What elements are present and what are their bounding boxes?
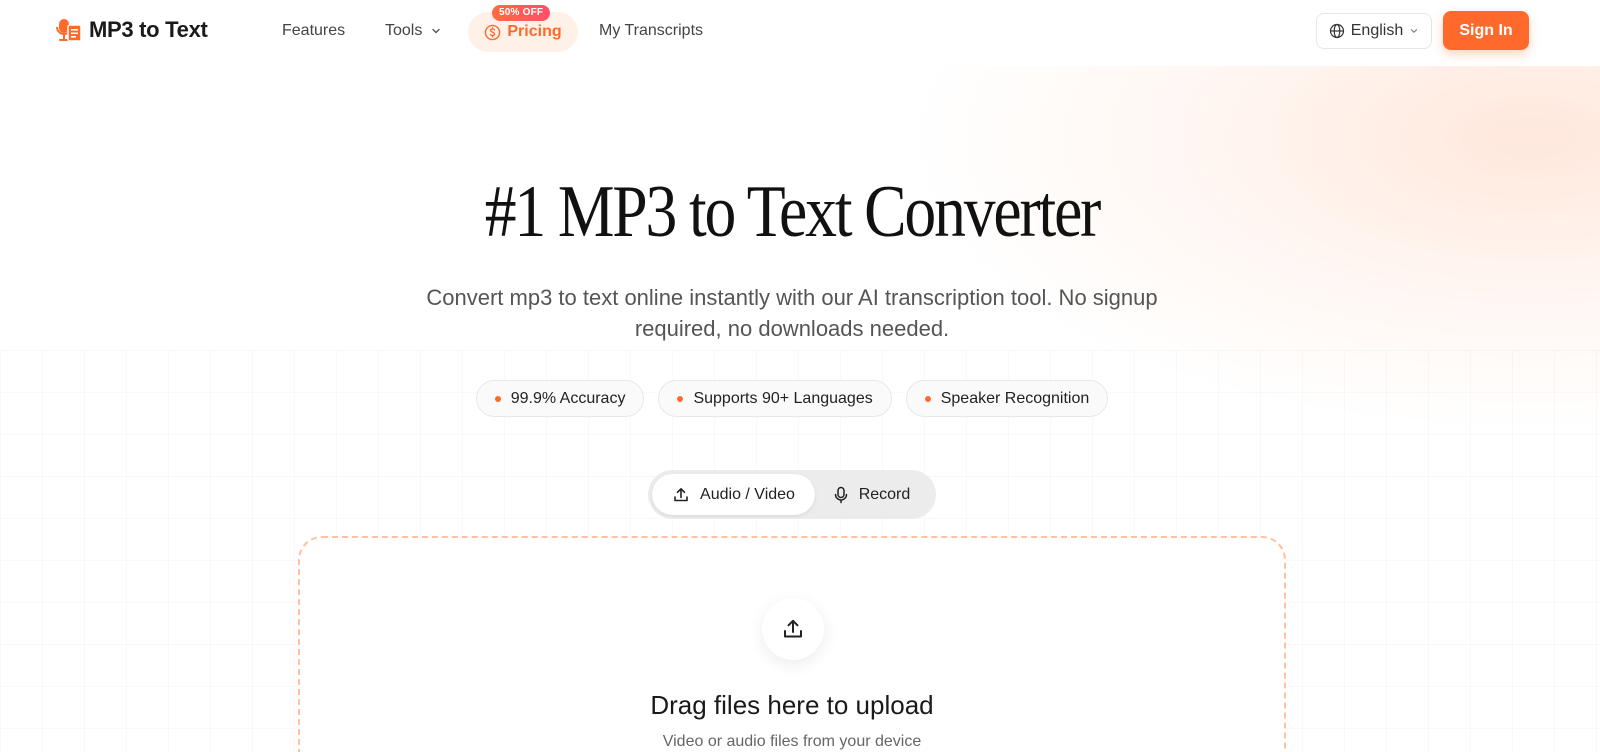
- chevron-down-icon: [432, 28, 441, 34]
- upload-icon: [784, 619, 802, 638]
- feature-chip-label: Supports 90+ Languages: [693, 389, 873, 407]
- feature-chip: Supports 90+ Languages: [658, 380, 892, 417]
- dropzone-subtitle: Video or audio files from your device: [662, 733, 922, 750]
- hero-subtitle: Convert mp3 to text online instantly wit…: [426, 285, 1158, 341]
- nav-tools-dropdown[interactable]: Tools: [385, 22, 442, 40]
- language-selector[interactable]: English: [1316, 13, 1432, 49]
- nav-my-transcripts-label: My Transcripts: [599, 22, 704, 39]
- feature-chip-label: Speaker Recognition: [940, 389, 1090, 407]
- feature-chip-label: 99.9% Accuracy: [510, 389, 626, 407]
- dollar-circle-icon: [485, 24, 501, 40]
- nav-my-transcripts[interactable]: My Transcripts: [599, 22, 703, 40]
- language-label: English: [1350, 22, 1404, 39]
- feature-chips: 99.9% Accuracy Supports 90+ Languages Sp…: [0, 380, 1584, 417]
- nav-features[interactable]: Features: [282, 22, 345, 40]
- bullet-dot: [924, 395, 931, 402]
- top-navigation: MP3 to Text Features Tools Pricing 50% O…: [0, 0, 1600, 64]
- dropzone-title: Drag files here to upload: [650, 690, 934, 720]
- mic-document-icon: [56, 19, 82, 42]
- discount-badge: 50% OFF: [492, 5, 551, 21]
- nav-pricing-label: Pricing: [507, 23, 562, 40]
- chevron-down-icon: [1411, 29, 1418, 33]
- nav-tools-label: Tools: [385, 22, 423, 39]
- globe-icon: [1329, 23, 1344, 39]
- input-mode-toggle: Audio / Video Record: [648, 470, 936, 519]
- page-title: #1 MP3 to Text Converter: [484, 171, 1102, 253]
- file-dropzone[interactable]: Drag files here to upload Video or audio…: [298, 536, 1286, 752]
- microphone-icon: [834, 486, 847, 503]
- bullet-dot: [494, 395, 501, 402]
- upload-button[interactable]: [762, 598, 824, 660]
- upload-icon: [674, 487, 688, 501]
- nav-features-label: Features: [282, 22, 346, 39]
- sign-in-button[interactable]: Sign In: [1443, 11, 1529, 50]
- tab-audio-video[interactable]: Audio / Video: [652, 474, 815, 515]
- bullet-dot: [677, 395, 684, 402]
- tab-record-label: Record: [858, 485, 911, 503]
- feature-chip: Speaker Recognition: [905, 380, 1109, 417]
- feature-chip: 99.9% Accuracy: [475, 380, 645, 417]
- tab-record[interactable]: Record: [815, 474, 928, 515]
- tab-audio-video-label: Audio / Video: [700, 485, 795, 503]
- logo-link[interactable]: MP3 to Text: [56, 16, 208, 44]
- logo-text: MP3 to Text: [89, 17, 208, 42]
